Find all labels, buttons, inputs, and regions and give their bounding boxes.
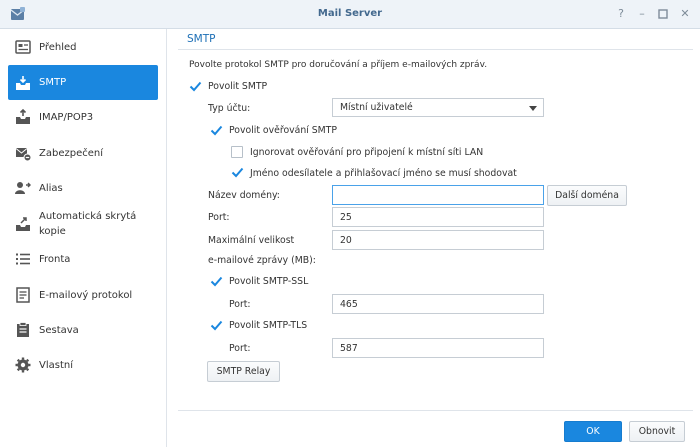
domain-label: Název domény:: [208, 190, 280, 201]
checkmark-icon: [231, 167, 244, 178]
title-bar: Mail Server ? – ✕: [0, 0, 700, 29]
auto-bcc-icon: [16, 217, 30, 231]
sidebar-item-label: Fronta: [39, 253, 71, 265]
checkmark-icon: [210, 125, 223, 136]
description-text: Povolte protokol SMTP pro doručování a p…: [189, 60, 488, 70]
sidebar-item-auto-bcc[interactable]: Automatická skrytá kopie: [8, 207, 158, 241]
sidebar-item-report[interactable]: Sestava: [8, 320, 158, 340]
ok-button[interactable]: OK: [564, 421, 622, 442]
ssl-port-label: Port:: [229, 299, 251, 310]
account-type-value: Místní uživatelé: [340, 102, 413, 113]
sidebar-item-label: E-mailový protokol: [39, 289, 133, 301]
window-title: Mail Server: [317, 8, 383, 19]
port-input[interactable]: [332, 207, 544, 227]
account-type-select[interactable]: Místní uživatelé: [332, 98, 544, 117]
smtp-icon: [16, 75, 30, 90]
smtp-ssl-label: Povolit SMTP-SSL: [229, 276, 309, 287]
ignore-lan-checkbox[interactable]: [231, 146, 243, 158]
checkmark-icon: [210, 320, 223, 331]
domain-input[interactable]: [332, 185, 544, 205]
custom-icon: [15, 357, 31, 373]
report-icon: [17, 322, 29, 337]
sidebar-item-queue[interactable]: Fronta: [8, 249, 158, 269]
sidebar-item-label: IMAP/POP3: [39, 111, 94, 123]
sidebar: Přehled SMTP IMAP/POP3 Zabezpečení Alias…: [0, 29, 167, 447]
smtp-tls-checkbox[interactable]: [210, 319, 223, 332]
sidebar-item-overview[interactable]: Přehled: [8, 37, 158, 57]
alias-icon: [15, 182, 31, 194]
sidebar-item-label: Automatická skrytá kopie: [39, 211, 137, 237]
reset-button[interactable]: Obnovit: [629, 421, 685, 442]
sidebar-item-label: Alias: [39, 182, 63, 194]
close-icon[interactable]: ✕: [677, 5, 693, 23]
maximize-icon[interactable]: [655, 5, 671, 23]
sender-match-checkbox[interactable]: [231, 166, 244, 179]
account-type-label: Typ účtu:: [208, 103, 251, 114]
port-label: Port:: [208, 212, 230, 223]
ignore-lan-label: Ignorovat ověřování pro připojení k míst…: [250, 147, 484, 158]
help-icon[interactable]: ?: [613, 5, 629, 23]
sidebar-item-security[interactable]: Zabezpečení: [8, 143, 158, 163]
max-size-label-cont: e-mailové zprávy (MB):: [208, 255, 316, 266]
smtp-ssl-checkbox[interactable]: [210, 275, 223, 288]
checkmark-icon: [210, 276, 223, 287]
chevron-down-icon: [529, 106, 537, 111]
sidebar-item-mail-log[interactable]: E-mailový protokol: [8, 285, 158, 305]
checkmark-icon: [189, 81, 202, 92]
sidebar-item-imap-pop3[interactable]: IMAP/POP3: [8, 107, 158, 127]
more-domains-button[interactable]: Další doména: [547, 185, 627, 206]
sidebar-item-custom[interactable]: Vlastní: [8, 355, 158, 375]
sidebar-item-label: Vlastní: [39, 359, 73, 371]
sender-match-label: Jméno odesílatele a přihlašovací jméno s…: [250, 168, 517, 179]
section-divider: [178, 49, 693, 50]
smtp-auth-checkbox[interactable]: [210, 124, 223, 137]
max-size-input[interactable]: [332, 230, 544, 250]
tls-port-label: Port:: [229, 343, 251, 354]
section-title: SMTP: [187, 33, 216, 45]
smtp-relay-button[interactable]: SMTP Relay: [207, 361, 280, 382]
minimize-icon[interactable]: –: [634, 5, 650, 23]
smtp-tls-label: Povolit SMTP-TLS: [229, 320, 308, 331]
footer-divider: [178, 410, 693, 411]
sidebar-item-label: Zabezpečení: [39, 147, 103, 159]
sidebar-item-label: Přehled: [39, 41, 77, 53]
queue-icon: [16, 253, 30, 265]
overview-icon: [15, 40, 31, 54]
sidebar-item-alias[interactable]: Alias: [8, 178, 158, 198]
imap-icon: [16, 108, 30, 124]
ssl-port-input[interactable]: [332, 294, 544, 314]
sidebar-item-label: SMTP: [39, 77, 67, 88]
sidebar-item-label: Sestava: [39, 324, 79, 336]
sidebar-item-smtp[interactable]: SMTP: [8, 65, 158, 100]
smtp-auth-label: Povolit ověřování SMTP: [229, 125, 337, 136]
max-size-label: Maximální velikost: [208, 235, 295, 246]
tls-port-input[interactable]: [332, 338, 544, 358]
security-icon: [15, 148, 32, 162]
enable-smtp-label: Povolit SMTP: [208, 81, 268, 92]
mail-log-icon: [16, 287, 30, 303]
enable-smtp-checkbox[interactable]: [189, 80, 202, 93]
